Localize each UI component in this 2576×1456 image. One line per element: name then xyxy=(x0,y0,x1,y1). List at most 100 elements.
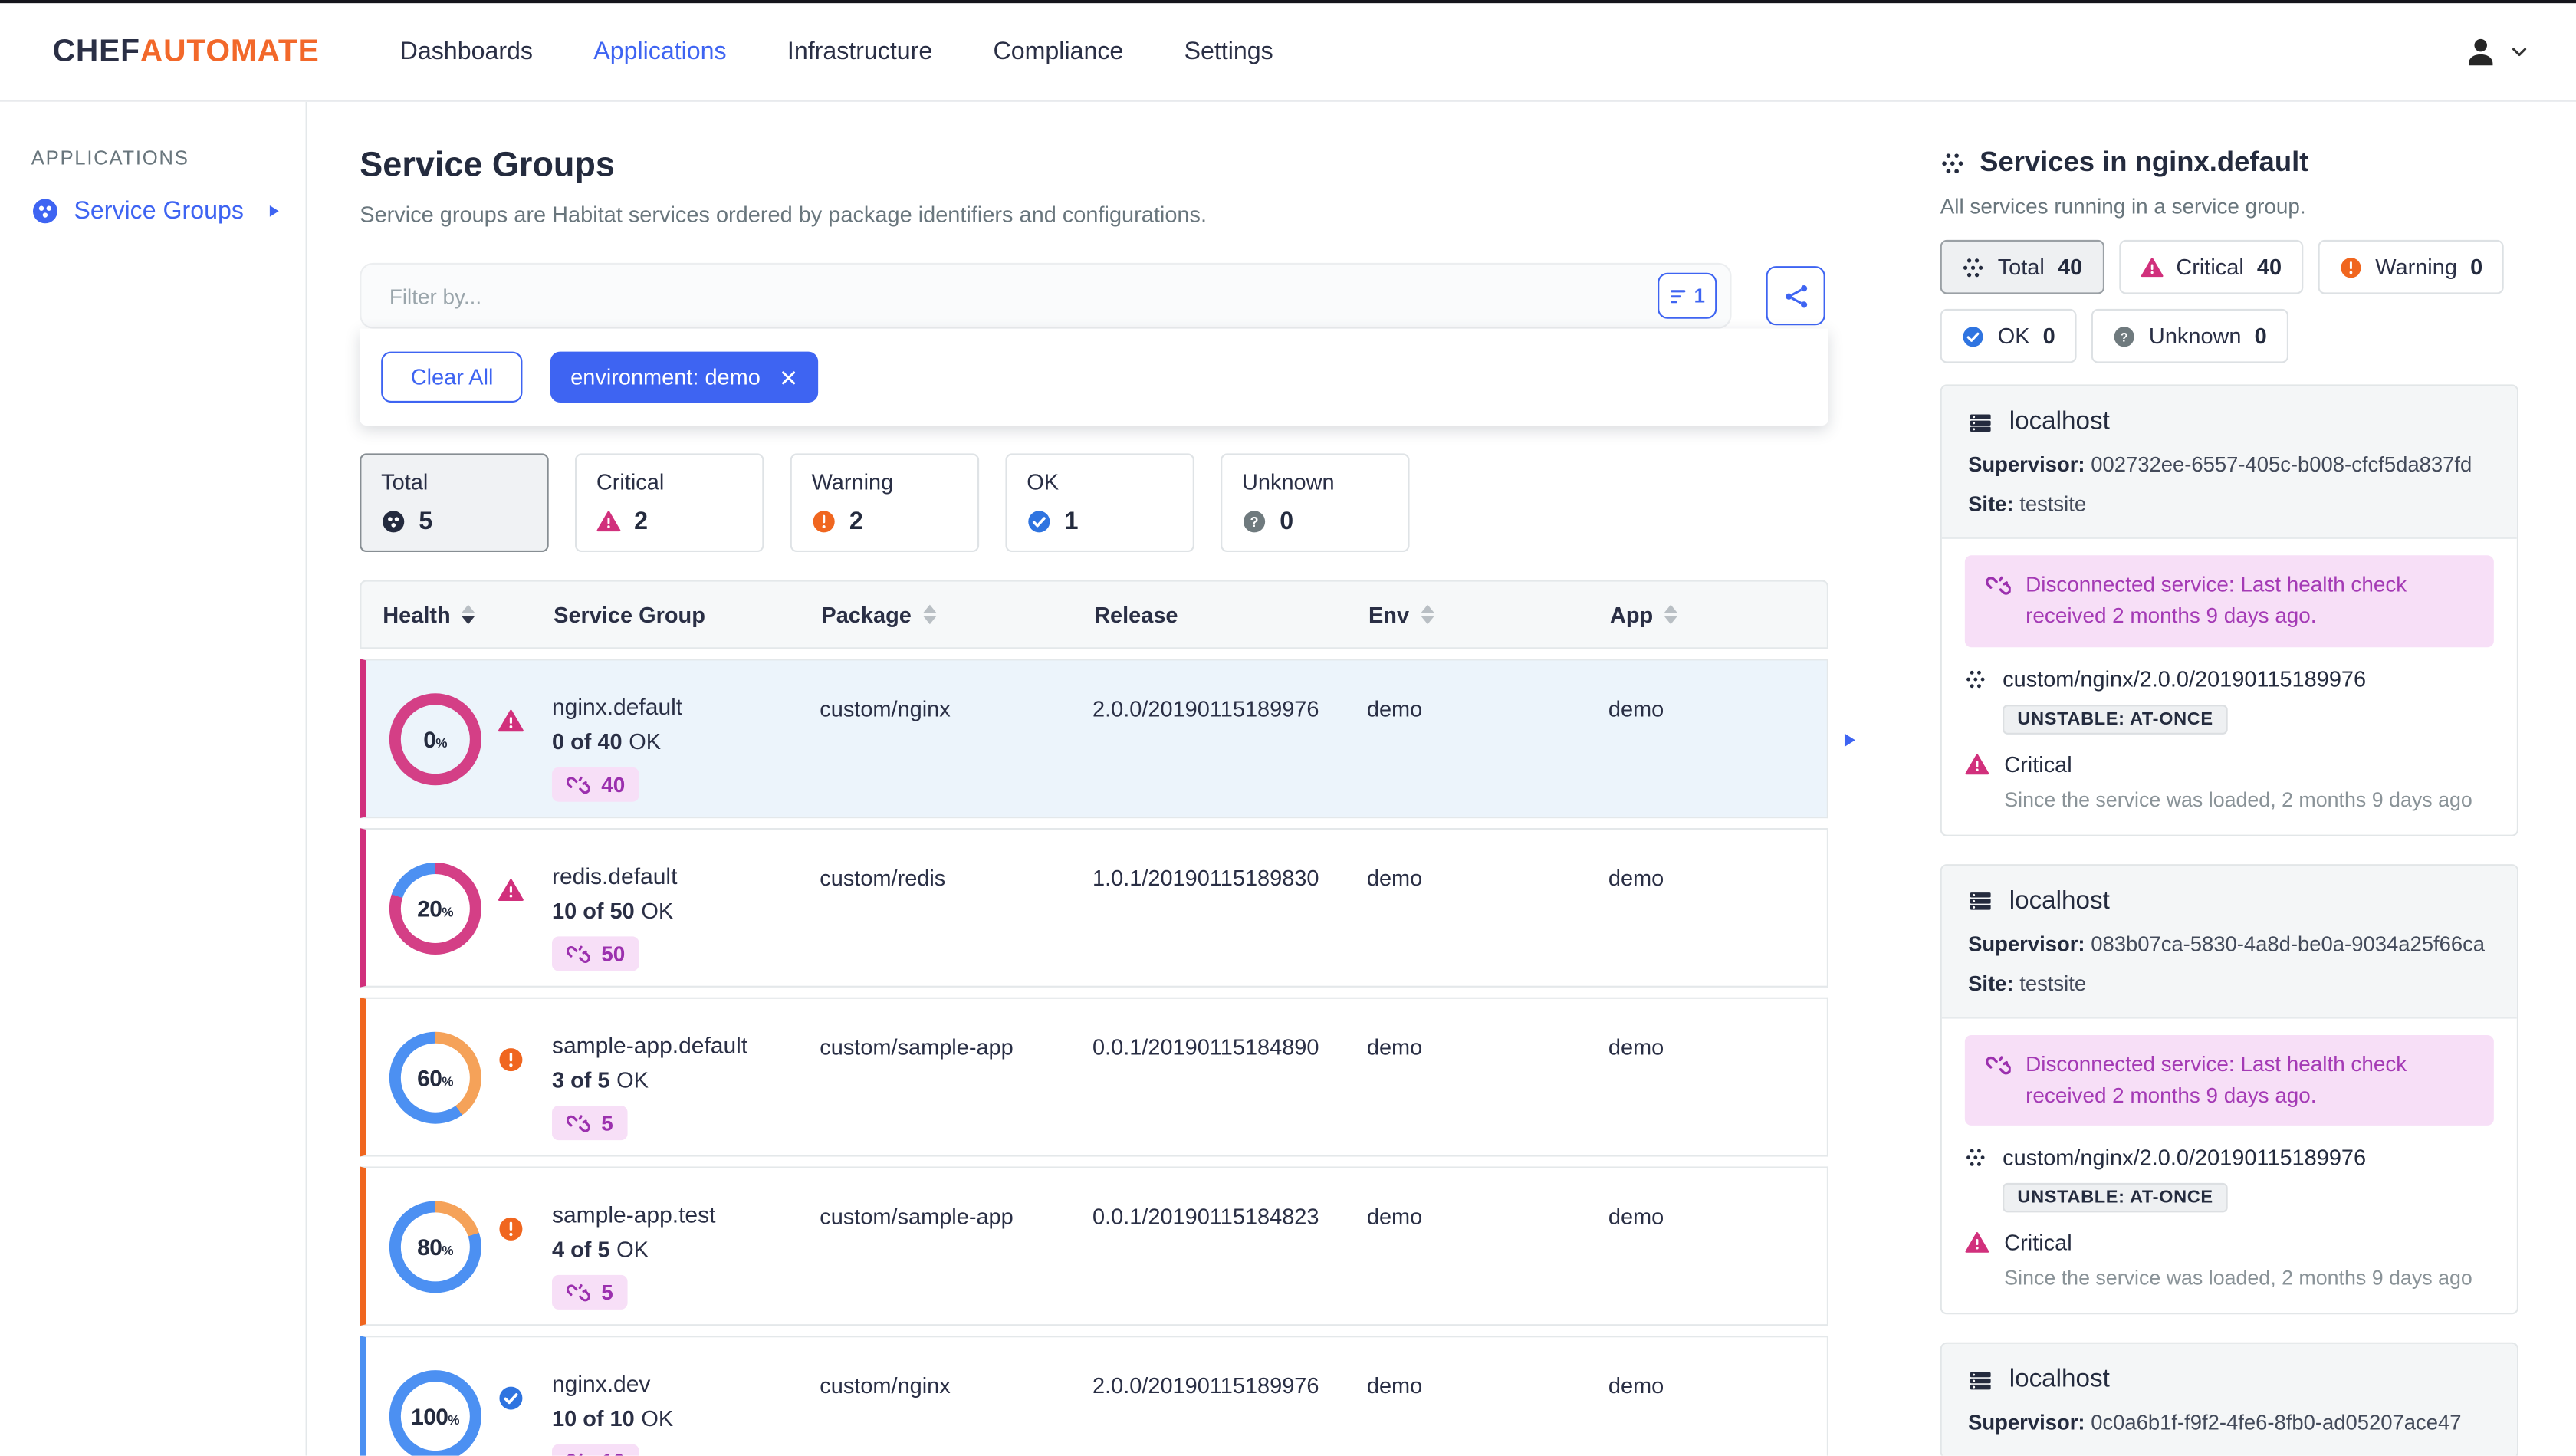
close-icon[interactable] xyxy=(778,367,798,387)
ok-icon xyxy=(1027,509,1051,534)
column-app[interactable]: App xyxy=(1610,602,1827,627)
disconnected-count: 5 xyxy=(601,1280,613,1305)
health-cell: 60% xyxy=(381,999,552,1155)
filter-input[interactable] xyxy=(386,281,1658,310)
health-percent: 80 xyxy=(417,1233,442,1260)
ok-count: 3 of 5 OK xyxy=(552,1067,649,1093)
expand-arrow-icon[interactable] xyxy=(264,202,283,221)
nav-item-compliance[interactable]: Compliance xyxy=(994,38,1124,65)
badge-label: OK xyxy=(1997,324,2030,349)
warning-icon xyxy=(2339,255,2362,278)
user-menu-button[interactable] xyxy=(2463,34,2530,70)
row-detail-arrow[interactable] xyxy=(1838,729,1860,751)
nav-menu: Dashboards Applications Infrastructure C… xyxy=(400,38,1273,65)
host-name: localhost xyxy=(2009,886,2110,915)
health-donut: 20% xyxy=(389,861,481,954)
ok-count: 10 of 10 OK xyxy=(552,1406,674,1431)
server-icon xyxy=(1968,410,1993,435)
release-cell: 1.0.1/20190115189830 xyxy=(1092,866,1319,891)
status-filter-badge[interactable]: Critical 40 xyxy=(2118,239,2303,294)
nav-item-infrastructure[interactable]: Infrastructure xyxy=(787,38,932,65)
stat-card[interactable]: Unknown 0 xyxy=(1221,453,1410,552)
panel-subtitle: All services running in a service group. xyxy=(1940,193,2306,219)
status-filter-badge[interactable]: Warning 0 xyxy=(2318,239,2505,294)
package-dots-icon xyxy=(1965,1148,1986,1169)
filter-chip-label: environment: demo xyxy=(570,364,761,389)
since-text: Since the service was loaded, 2 months 9… xyxy=(2004,1267,2472,1290)
sidebar-item-label: Service Groups xyxy=(74,197,244,225)
stat-card[interactable]: OK 1 xyxy=(1005,453,1194,552)
filter-bar[interactable]: 1 xyxy=(360,262,1732,329)
health-cell: 80% xyxy=(381,1168,552,1325)
unknown-icon xyxy=(2113,324,2136,347)
service-group-name: sample-app.default xyxy=(552,1031,748,1058)
column-env[interactable]: Env xyxy=(1368,602,1610,627)
disconnected-alert: Disconnected service: Last health check … xyxy=(1964,1034,2494,1126)
package-cell: custom/nginx xyxy=(820,1373,951,1398)
badge-label: Warning xyxy=(2375,255,2457,280)
nav-item-settings[interactable]: Settings xyxy=(1184,38,1273,65)
table-row[interactable]: 0% nginx.default 0 of 40 OK 40 custom/ngi… xyxy=(360,659,1829,819)
service-groups-icon xyxy=(31,197,59,225)
release-cell: 2.0.0/20190115189976 xyxy=(1092,696,1319,721)
stats-row: Total 5 Critical 2 Warning 2 OK 1 Unknow… xyxy=(360,453,1829,552)
stat-card[interactable]: Warning 2 xyxy=(790,453,980,552)
percent-sign: % xyxy=(442,1243,454,1258)
nav-item-applications[interactable]: Applications xyxy=(593,38,726,65)
release-cell: 2.0.0/20190115189976 xyxy=(1092,1373,1319,1398)
share-button[interactable] xyxy=(1766,266,1825,326)
page-subtitle: Service groups are Habitat services orde… xyxy=(360,202,1207,227)
env-cell: demo xyxy=(1366,1204,1423,1229)
table-row[interactable]: 20% redis.default 10 of 50 OK 50 custom/r… xyxy=(360,828,1829,988)
env-cell: demo xyxy=(1366,1373,1423,1398)
status-filter-badge[interactable]: OK 0 xyxy=(1940,308,2077,363)
since-text: Since the service was loaded, 2 months 9… xyxy=(2004,787,2472,811)
status-filter-badge[interactable]: Unknown 0 xyxy=(2091,308,2288,363)
ok-count: 10 of 50 OK xyxy=(552,899,674,924)
ok-count: 4 of 5 OK xyxy=(552,1237,649,1262)
package-cell: custom/redis xyxy=(820,866,946,891)
service-group-cell: sample-app.default 3 of 5 OK 5 xyxy=(552,999,820,1155)
sidebar-item-service-groups[interactable]: Service Groups xyxy=(31,197,306,225)
stat-label: Warning xyxy=(811,469,894,495)
disconnected-alert-text: Disconnected service: Last health check … xyxy=(2026,1050,2407,1107)
service-card-header: localhost Supervisor: 002732ee-6557-405c… xyxy=(1941,386,2517,539)
row-status-icon xyxy=(498,1046,524,1072)
badge-label: Critical xyxy=(2176,255,2244,280)
sort-arrows-icon xyxy=(462,604,475,625)
column-health[interactable]: Health xyxy=(383,602,554,627)
disconnected-badge: 40 xyxy=(552,767,640,802)
filter-chip[interactable]: environment: demo xyxy=(550,351,818,403)
services-panel: Services in nginx.default All services r… xyxy=(1940,102,2518,1456)
nav-item-dashboards[interactable]: Dashboards xyxy=(400,38,533,65)
health-donut: 60% xyxy=(389,1030,481,1123)
stat-card[interactable]: Critical 2 xyxy=(575,453,764,552)
table-row[interactable]: 80% sample-app.test 4 of 5 OK 5 custom/sa… xyxy=(360,1166,1829,1326)
stat-label: Critical xyxy=(596,469,665,495)
share-icon xyxy=(1782,282,1809,310)
broken-link-icon xyxy=(1986,1053,2011,1077)
table-row[interactable]: 60% sample-app.default 3 of 5 OK 5 custom… xyxy=(360,997,1829,1157)
dots-icon xyxy=(1962,255,1985,278)
column-package[interactable]: Package xyxy=(821,602,1094,627)
service-group-cell: sample-app.test 4 of 5 OK 5 xyxy=(552,1168,820,1325)
table-row[interactable]: 100% nginx.dev 10 of 10OK 10 custom/ngin… xyxy=(360,1336,1829,1456)
logo[interactable]: CHEFAUTOMATE xyxy=(53,34,320,70)
broken-link-icon xyxy=(567,1280,590,1303)
column-service-group[interactable]: Service Group xyxy=(554,602,821,626)
app-cell: demo xyxy=(1608,866,1664,891)
badge-value: 40 xyxy=(2057,255,2083,280)
logo-automate: AUTOMATE xyxy=(140,33,320,68)
table-header: Health Service Group Package Release Env… xyxy=(360,580,1829,649)
sort-arrows-icon xyxy=(1664,604,1678,625)
package-cell: custom/sample-app xyxy=(820,1204,1014,1229)
clear-all-button[interactable]: Clear All xyxy=(381,351,524,403)
filter-count-button[interactable]: 1 xyxy=(1658,272,1717,319)
column-release[interactable]: Release xyxy=(1094,602,1368,626)
health-percent: 0 xyxy=(423,725,436,752)
badges-row: Total 40 Critical 40 Warning 0 OK 0 Unkn… xyxy=(1940,239,2518,363)
status-filter-badge[interactable]: Total 40 xyxy=(1940,239,2104,294)
stat-card[interactable]: Total 5 xyxy=(360,453,549,552)
supervisor-id: 002732ee-6557-405c-b008-cfcf5da837fd xyxy=(2091,452,2472,477)
percent-sign: % xyxy=(442,904,454,919)
